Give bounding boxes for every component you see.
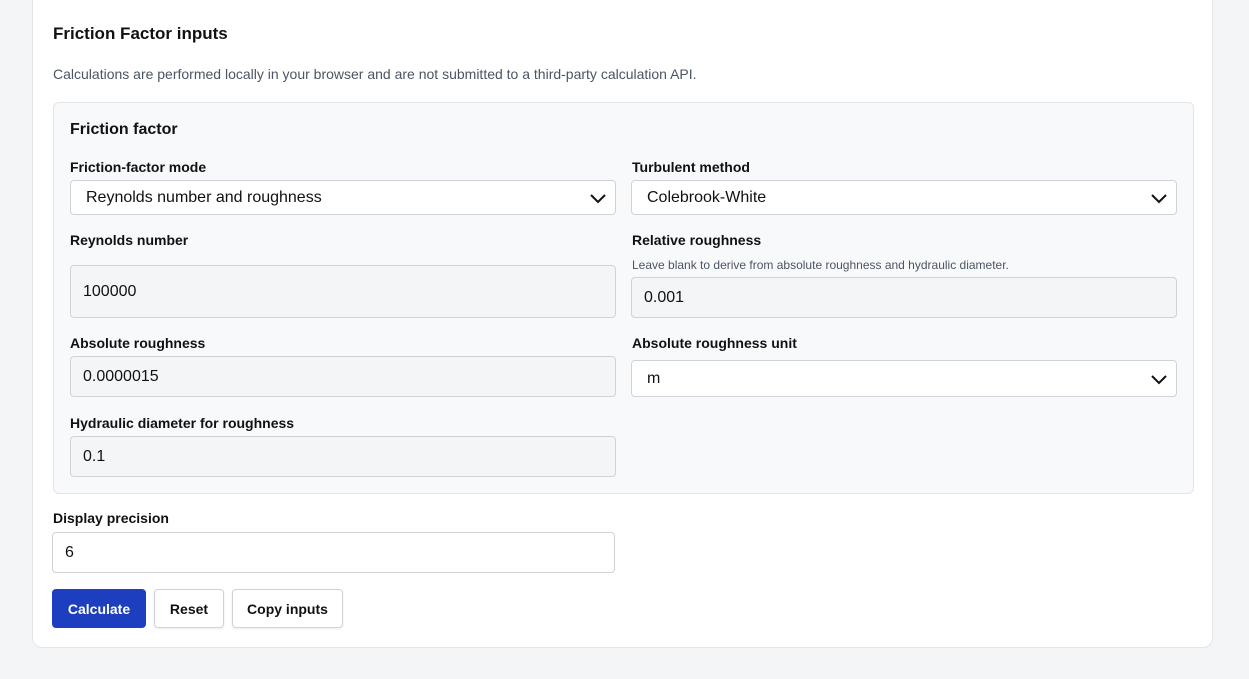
precision-label: Display precision	[53, 510, 169, 526]
hydraulic-diameter-value: 0.1	[83, 447, 106, 465]
absolute-roughness-input[interactable]: 0.0000015	[70, 356, 616, 397]
precision-input[interactable]: 6	[52, 532, 615, 573]
hydraulic-diameter-label: Hydraulic diameter for roughness	[70, 415, 295, 431]
absolute-roughness-label: Absolute roughness	[70, 335, 206, 351]
section-title: Friction factor	[70, 121, 178, 138]
relative-roughness-value: 0.001	[644, 288, 685, 306]
roughness-unit-select[interactable]: m	[631, 360, 1177, 397]
calculate-button[interactable]: Calculate	[52, 589, 146, 628]
method-select-value: Colebrook-White	[647, 188, 767, 206]
form-title: Friction Factor inputs	[53, 24, 228, 43]
copy-inputs-button[interactable]: Copy inputs	[232, 589, 343, 628]
roughness-unit-value: m	[647, 369, 661, 387]
method-select[interactable]: Colebrook-White	[631, 180, 1177, 215]
chevron-down-icon	[1151, 193, 1167, 203]
friction-factor-section: Friction factor Friction-factor mode Rey…	[53, 102, 1194, 494]
mode-label: Friction-factor mode	[70, 159, 207, 175]
relative-roughness-help: Leave blank to derive from absolute roug…	[632, 258, 1009, 272]
hydraulic-diameter-input[interactable]: 0.1	[70, 436, 616, 477]
chevron-down-icon	[1151, 374, 1167, 384]
reynolds-value: 100000	[83, 282, 137, 300]
chevron-down-icon	[590, 193, 606, 203]
mode-select-value: Reynolds number and roughness	[86, 188, 322, 206]
reynolds-label: Reynolds number	[70, 232, 189, 248]
friction-factor-card: Friction Factor inputs Calculations are …	[32, 0, 1213, 648]
mode-select[interactable]: Reynolds number and roughness	[70, 180, 616, 215]
reynolds-input[interactable]: 100000	[70, 265, 616, 318]
relative-roughness-input[interactable]: 0.001	[631, 277, 1177, 318]
form-subtitle: Calculations are performed locally in yo…	[53, 66, 697, 82]
method-label: Turbulent method	[632, 159, 750, 175]
roughness-unit-label: Absolute roughness unit	[632, 335, 797, 351]
absolute-roughness-value: 0.0000015	[83, 367, 159, 385]
relative-roughness-label: Relative roughness	[632, 232, 762, 248]
reset-button[interactable]: Reset	[154, 589, 224, 628]
precision-value: 6	[65, 543, 74, 561]
